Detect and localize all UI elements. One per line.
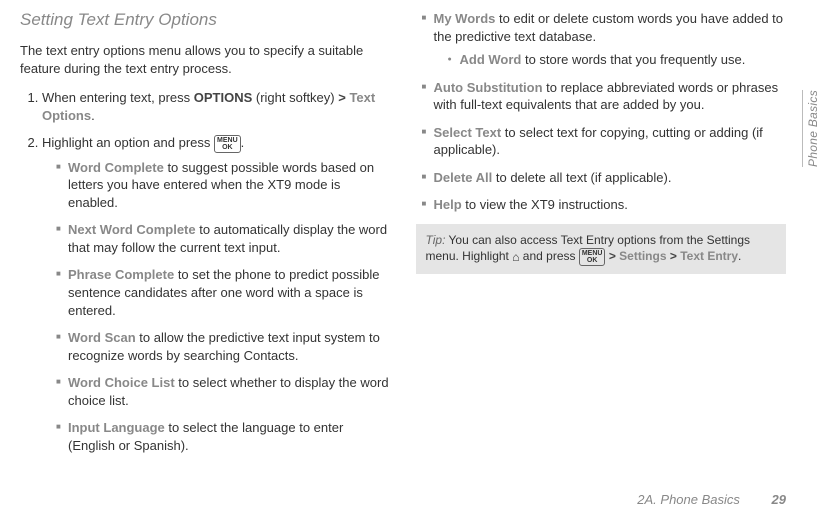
opt-select-text: Select Text to select text for copying, … [422,124,787,159]
opt-input-language: Input Language to select the language to… [56,419,391,454]
my-words-sub: Add Word to store words that you frequen… [434,51,787,69]
desc: to delete all text (if applicable). [492,170,671,185]
step1-text-a: When entering text, press [42,90,194,105]
tip-box: Tip: You can also access Text Entry opti… [416,224,787,274]
term: Select Text [434,125,502,140]
tip-text-b: and press [519,249,578,263]
section-title: Setting Text Entry Options [20,10,391,30]
ok-key-icon: MENUOK [214,135,241,153]
footer-section: 2A. Phone Basics [637,492,740,507]
term: Word Choice List [68,375,175,390]
opt-auto-substitution: Auto Substitution to replace abbreviated… [422,79,787,114]
term: Add Word [460,52,522,67]
step1-text-d: . [91,108,95,123]
gt-symbol: > [338,90,346,105]
right-options: My Words to edit or delete custom words … [416,10,787,214]
desc: to view the XT9 instructions. [462,197,628,212]
step1-text-b: (right softkey) [252,90,338,105]
page-content: Setting Text Entry Options The text entr… [0,0,826,460]
opt-next-word-complete: Next Word Complete to automatically disp… [56,221,391,256]
term: My Words [434,11,496,26]
step2-text-b: . [241,135,245,150]
term: Word Scan [68,330,136,345]
opt-word-choice-list: Word Choice List to select whether to di… [56,374,391,409]
gt-symbol: > [609,249,616,263]
right-column: My Words to edit or delete custom words … [416,10,787,460]
tip-text-d: . [738,249,741,263]
step-2: Highlight an option and press MENUOK. Wo… [42,134,391,454]
opt-word-complete: Word Complete to suggest possible words … [56,159,391,212]
step-1: When entering text, press OPTIONS (right… [42,89,391,124]
step2-text-a: Highlight an option and press [42,135,214,150]
opt-my-words: My Words to edit or delete custom words … [422,10,787,69]
desc: to store words that you frequently use. [521,52,745,67]
term: Auto Substitution [434,80,543,95]
term: Phrase Complete [68,267,174,282]
ok-key-icon: MENUOK [579,248,606,266]
opt-delete-all: Delete All to delete all text (if applic… [422,169,787,187]
term: Word Complete [68,160,164,175]
opt-word-scan: Word Scan to allow the predictive text i… [56,329,391,364]
page-number: 29 [772,492,786,507]
steps-list: When entering text, press OPTIONS (right… [20,89,391,454]
step2-options: Word Complete to suggest possible words … [42,159,391,455]
side-tab: Phone Basics [802,90,820,167]
opt-phrase-complete: Phrase Complete to set the phone to pred… [56,266,391,319]
term: Next Word Complete [68,222,196,237]
opt-add-word: Add Word to store words that you frequen… [448,51,787,69]
settings-label: Settings [619,249,666,263]
term: Help [434,197,462,212]
options-softkey: OPTIONS [194,90,253,105]
term: Input Language [68,420,165,435]
text-entry-label: Text Entry [680,249,738,263]
opt-help: Help to view the XT9 instructions. [422,196,787,214]
page-footer: 2A. Phone Basics 29 [637,492,786,507]
gt-symbol: > [670,249,677,263]
left-column: Setting Text Entry Options The text entr… [20,10,391,460]
intro-text: The text entry options menu allows you t… [20,42,391,77]
tip-label: Tip: [426,233,446,247]
term: Delete All [434,170,493,185]
